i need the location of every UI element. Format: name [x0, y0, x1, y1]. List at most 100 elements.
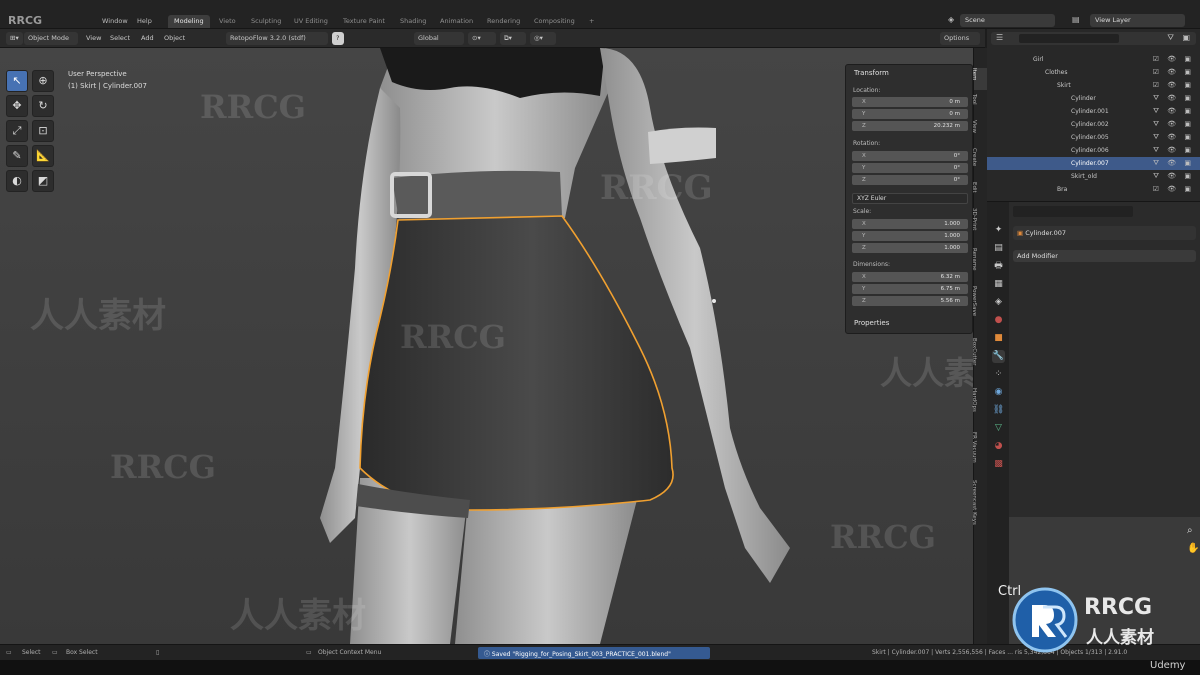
visibility-icons[interactable]: ⛛ 👁 ▣ [1153, 120, 1194, 129]
particles-tab-icon[interactable]: ⁘ [992, 368, 1005, 381]
tab-vieto[interactable]: Vieto [213, 15, 242, 28]
add-modifier-button[interactable]: Add Modifier [1013, 250, 1196, 262]
menu-help[interactable]: Help [137, 17, 152, 25]
location-x-field[interactable]: X0 m [852, 97, 968, 107]
properties-search-input[interactable] [1013, 206, 1133, 217]
tab-texture-paint[interactable]: Texture Paint [337, 15, 391, 28]
sidebar-tab-3d-print[interactable]: 3D-Print [971, 208, 987, 244]
scale-y-field[interactable]: Y 1.000 [852, 231, 968, 241]
scale-x-field[interactable]: X 1.000 [852, 219, 968, 229]
visibility-icons[interactable]: ☑ 👁 ▣ [1153, 55, 1194, 63]
cursor-icon[interactable]: ⊕ [32, 70, 54, 92]
outliner-row[interactable]: Cylinder.006 ⛛ 👁 ▣ [987, 144, 1200, 157]
sidebar-tab-hardops[interactable]: HardOps [971, 388, 987, 428]
rotation-mode-select[interactable]: XYZ Euler [852, 193, 968, 204]
outliner-row[interactable]: Cylinder.001 ⛛ 👁 ▣ [987, 105, 1200, 118]
tab-animation[interactable]: Animation [434, 15, 479, 28]
measure-icon[interactable]: 📐 [32, 145, 54, 167]
object-tab-icon[interactable]: ■ [992, 332, 1005, 345]
pivot-icon[interactable]: ⊙▾ [468, 32, 496, 45]
select-box-icon[interactable]: ↖ [6, 70, 28, 92]
visibility-icons[interactable]: ☑ 👁 ▣ [1153, 185, 1194, 193]
tab-uv-editing[interactable]: UV Editing [288, 15, 334, 28]
outliner-row[interactable]: Cylinder.005 ⛛ 👁 ▣ [987, 131, 1200, 144]
sidebar-tab-boxcutter[interactable]: BoxCutter [971, 338, 987, 384]
rotate-icon[interactable]: ↻ [32, 95, 54, 117]
object-name-field[interactable]: ▣ Cylinder.007 [1013, 226, 1196, 240]
sidebar-tab-powersave[interactable]: PowerSave [971, 286, 987, 332]
menu-view[interactable]: View [82, 32, 105, 45]
retopoflow-menu[interactable]: RetopoFlow 3.2.0 (stdf) [226, 32, 328, 45]
menu-select[interactable]: Select [106, 32, 134, 45]
tab-shading[interactable]: Shading [394, 15, 432, 28]
sidebar-tab-create[interactable]: Create [971, 148, 987, 178]
mode-selector[interactable]: Object Mode [24, 32, 78, 45]
menu-window[interactable]: Window [102, 17, 128, 25]
scene-tab-icon[interactable]: ◈ [992, 296, 1005, 309]
tool-tab-icon[interactable]: ✦ [992, 224, 1005, 237]
3d-viewport[interactable]: User Perspective (1) Skirt | Cylinder.00… [0, 48, 985, 644]
visibility-icons[interactable]: ⛛ 👁 ▣ [1153, 107, 1194, 116]
sidebar-tab-rename[interactable]: Rename [971, 248, 987, 282]
snap-icon[interactable]: ⧉▾ [500, 32, 526, 45]
physics-tab-icon[interactable]: ◉ [992, 386, 1005, 399]
view-layer-tab-icon[interactable]: ▦ [992, 278, 1005, 291]
scene-selector[interactable]: Scene [960, 14, 1055, 27]
sidebar-tab-edit[interactable]: Edit [971, 182, 987, 204]
dimensions-z-field[interactable]: Z 5.56 m [852, 296, 968, 306]
editor-type-button[interactable]: ⊞▾ [6, 32, 23, 45]
world-tab-icon[interactable]: ● [992, 314, 1005, 327]
loop-icon[interactable]: ◐ [6, 170, 28, 192]
texture-tab-icon[interactable]: ▩ [992, 458, 1005, 471]
tab-rendering[interactable]: Rendering [481, 15, 526, 28]
options-menu[interactable]: Options [940, 32, 980, 45]
dimensions-y-field[interactable]: Y 6.75 m [852, 284, 968, 294]
orientation-selector[interactable]: Global [414, 32, 464, 45]
dimensions-x-field[interactable]: X 6.32 m [852, 272, 968, 282]
rotation-y-field[interactable]: Y 0° [852, 163, 968, 173]
sidebar-tab-tool[interactable]: Tool [971, 94, 987, 116]
help-icon[interactable]: ? [332, 32, 344, 45]
visibility-icons[interactable]: ☑ 👁 ▣ [1153, 81, 1194, 89]
outliner-editor-icon[interactable]: ☰ [996, 33, 1003, 42]
visibility-icons[interactable]: ⛛ 👁 ▣ [1153, 146, 1194, 155]
outliner-row[interactable]: Cylinder.002 ⛛ 👁 ▣ [987, 118, 1200, 131]
scale-z-field[interactable]: Z 1.000 [852, 243, 968, 253]
outliner-row[interactable]: Cylinder ⛛ 👁 ▣ [987, 92, 1200, 105]
outliner-row-selected[interactable]: Cylinder.007 ⛛ 👁 ▣ [987, 157, 1200, 170]
sidebar-tab-view[interactable]: View [971, 120, 987, 142]
outliner-row[interactable]: Skirt ☑ 👁 ▣ [987, 79, 1200, 92]
outliner-row[interactable]: Bra ☑ 👁 ▣ [987, 183, 1200, 196]
sidebar-tab-fr-vacuum[interactable]: FR Vacuum [971, 432, 987, 476]
scale-icon[interactable]: ⤢ [6, 120, 28, 142]
modifier-tab-icon[interactable]: 🔧 [992, 350, 1005, 363]
rotation-x-field[interactable]: X 0° [852, 151, 968, 161]
outliner-row[interactable]: Skirt_old ⛛ 👁 ▣ [987, 170, 1200, 183]
sidebar-tab-screencast-keys[interactable]: Screencast Keys [971, 480, 987, 550]
hand-icon[interactable]: ✋ [1187, 543, 1199, 554]
output-tab-icon[interactable]: 🖶 [992, 260, 1005, 273]
render-tab-icon[interactable]: ▤ [992, 242, 1005, 255]
visibility-icons[interactable]: ⛛ 👁 ▣ [1153, 133, 1194, 142]
location-z-field[interactable]: Z 20.232 m [852, 121, 968, 131]
tab-sculpting[interactable]: Sculpting [245, 15, 287, 28]
view-layer-selector[interactable]: View Layer [1090, 14, 1185, 27]
menu-object[interactable]: Object [160, 32, 189, 45]
tab-compositing[interactable]: Compositing [528, 15, 581, 28]
menu-add[interactable]: Add [137, 32, 158, 45]
move-icon[interactable]: ✥ [6, 95, 28, 117]
shade-icon[interactable]: ◩ [32, 170, 54, 192]
visibility-icons[interactable]: ⛛ 👁 ▣ [1153, 172, 1194, 181]
outliner-row[interactable]: Girl ☑ 👁 ▣ [987, 53, 1200, 66]
filter-icon[interactable]: ⛛ [1167, 33, 1174, 43]
zoom-icon[interactable]: ⌕ [1187, 525, 1193, 536]
tab-modeling[interactable]: Modeling [168, 15, 210, 28]
visibility-icons[interactable]: ⛛ 👁 ▣ [1153, 94, 1194, 103]
properties-panel-title[interactable]: Properties [854, 319, 889, 327]
constraints-tab-icon[interactable]: ⛓ [992, 404, 1005, 417]
outliner-row[interactable]: Clothes ☑ 👁 ▣ [987, 66, 1200, 79]
material-tab-icon[interactable]: ◕ [992, 440, 1005, 453]
tab-add[interactable]: + [583, 15, 600, 28]
visibility-icons[interactable]: ☑ 👁 ▣ [1153, 68, 1194, 76]
transform-icon[interactable]: ⊡ [32, 120, 54, 142]
